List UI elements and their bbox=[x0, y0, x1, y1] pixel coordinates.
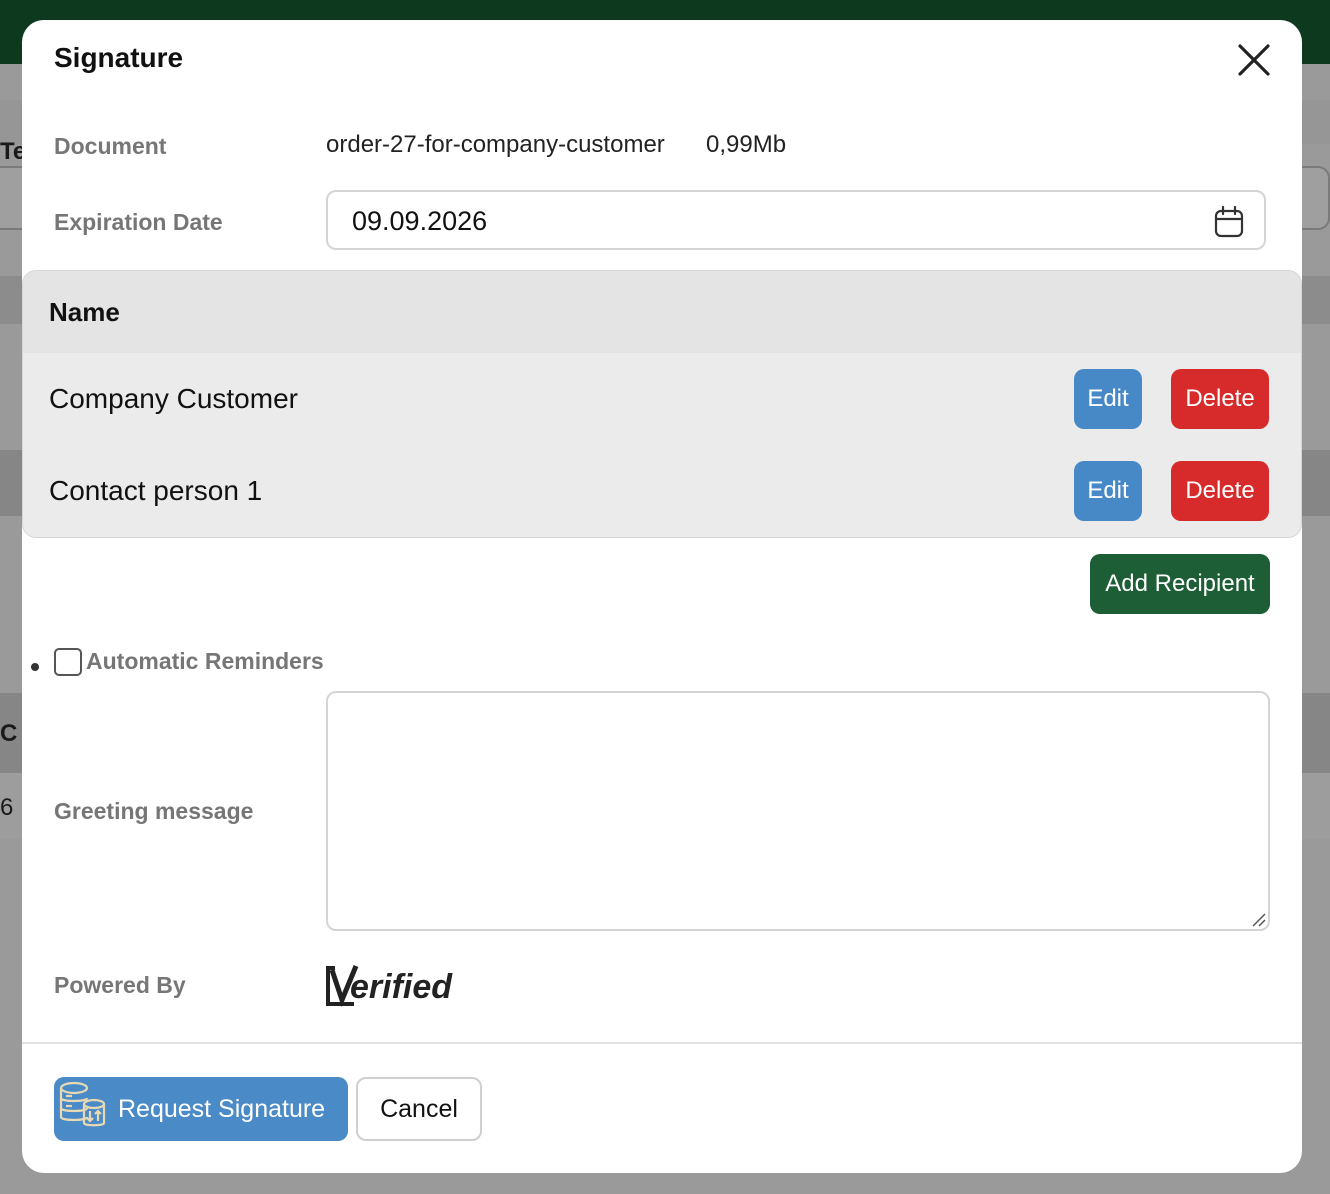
add-recipient-button[interactable]: Add Recipient bbox=[1090, 554, 1270, 614]
recipients-table: Name Company Customer Edit Delete Contac… bbox=[22, 270, 1302, 538]
document-size: 0,99Mb bbox=[706, 131, 787, 158]
greeting-message-label: Greeting message bbox=[54, 798, 254, 824]
edit-button[interactable]: Edit bbox=[1074, 461, 1142, 521]
footer-divider bbox=[22, 1042, 1302, 1044]
expiration-date-label: Expiration Date bbox=[54, 209, 223, 235]
request-signature-button[interactable]: Request Signature bbox=[54, 1077, 348, 1141]
name-column-header: Name bbox=[49, 297, 120, 327]
dialog-title: Signature bbox=[54, 42, 184, 73]
delete-button[interactable]: Delete bbox=[1171, 369, 1269, 429]
expiration-date-input[interactable]: 09.09.2026 bbox=[326, 190, 1266, 250]
cancel-button[interactable]: Cancel bbox=[356, 1077, 482, 1141]
recipient-name: Contact person 1 bbox=[49, 475, 263, 506]
table-row: Contact person 1 Edit Delete bbox=[23, 445, 1301, 537]
expiration-date-value: 09.09.2026 bbox=[352, 206, 488, 236]
table-row: Company Customer Edit Delete bbox=[23, 353, 1301, 445]
automatic-reminders-checkbox[interactable] bbox=[54, 648, 82, 676]
resize-grip-icon[interactable] bbox=[1250, 911, 1266, 927]
edit-button[interactable]: Edit bbox=[1074, 369, 1142, 429]
calendar-icon[interactable] bbox=[1214, 206, 1244, 238]
database-transfer-icon bbox=[59, 1081, 106, 1127]
document-name: order-27-for-company-customer bbox=[326, 131, 665, 158]
verified-logo: erified bbox=[326, 965, 453, 1008]
recipient-name: Company Customer bbox=[49, 383, 298, 414]
list-bullet bbox=[31, 663, 39, 671]
app-background-text: 6 bbox=[0, 794, 14, 821]
powered-by-label: Powered By bbox=[54, 972, 186, 998]
request-signature-label: Request Signature bbox=[118, 1095, 326, 1123]
greeting-message-textarea[interactable] bbox=[326, 691, 1270, 931]
svg-text:erified: erified bbox=[350, 968, 453, 1006]
delete-button[interactable]: Delete bbox=[1171, 461, 1269, 521]
close-icon bbox=[1238, 44, 1270, 76]
recipients-table-header: Name bbox=[23, 271, 1301, 353]
app-background-text: C bbox=[0, 720, 18, 747]
close-button[interactable] bbox=[1234, 40, 1274, 80]
signature-dialog: Signature Document order-27-for-company-… bbox=[22, 20, 1302, 1173]
automatic-reminders-label[interactable]: Automatic Reminders bbox=[86, 648, 324, 675]
document-label: Document bbox=[54, 133, 167, 159]
